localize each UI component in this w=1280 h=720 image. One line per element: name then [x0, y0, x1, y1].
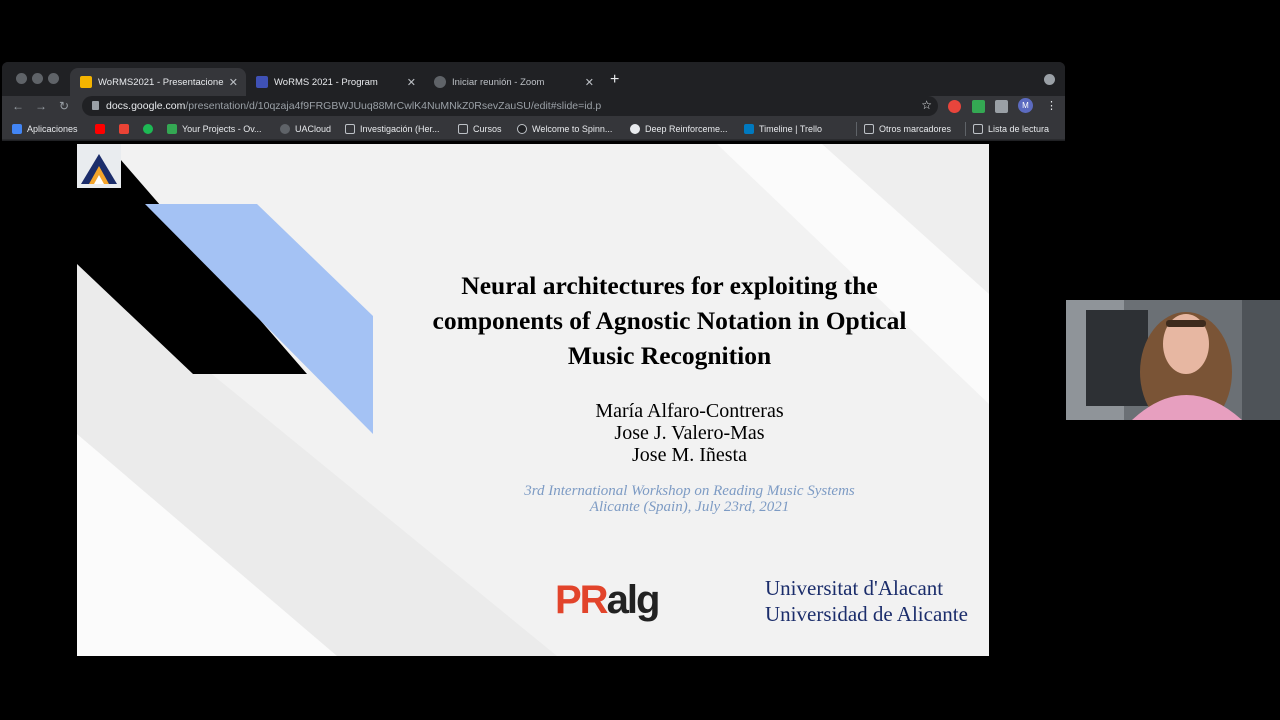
- close-tab-icon[interactable]: ✕: [229, 76, 238, 89]
- close-window-button[interactable]: [16, 73, 27, 84]
- bookmarks-separator: [965, 122, 966, 136]
- presentation-viewport: Neural architectures for exploiting the …: [2, 141, 1065, 657]
- university-logo-icon: [77, 144, 121, 188]
- bookmark-cursos[interactable]: Cursos: [458, 124, 502, 134]
- bookmarks-separator: [856, 122, 857, 136]
- spotify-icon: [143, 124, 153, 134]
- globe-icon: [630, 124, 640, 134]
- webcam-video: [1066, 300, 1280, 420]
- slide-title: Neural architectures for exploiting the …: [432, 271, 907, 370]
- close-tab-icon[interactable]: ✕: [407, 76, 416, 89]
- bookmark-investigacion[interactable]: Investigación (Her...: [345, 124, 440, 134]
- tab-label: Iniciar reunión - Zoom: [452, 76, 545, 88]
- new-tab-button[interactable]: +: [610, 71, 619, 89]
- browser-window: WoRMS2021 - Presentaciones ✕ WoRMS 2021 …: [2, 62, 1065, 657]
- tab-search-icon[interactable]: [1044, 74, 1055, 85]
- close-tab-icon[interactable]: ✕: [585, 76, 594, 89]
- bookmark-spinning-up[interactable]: Welcome to Spinn...: [517, 124, 612, 134]
- bookmark-your-projects[interactable]: Your Projects - Ov...: [167, 124, 262, 134]
- university-name: Universidad de Alicante: [765, 602, 968, 626]
- drive-icon[interactable]: [972, 100, 985, 113]
- address-bar[interactable]: docs.google.com/presentation/d/10qzaja4f…: [82, 96, 938, 116]
- bookmarks-bar: Aplicaciones Your Projects - Ov... UAClo…: [2, 118, 1065, 140]
- folder-icon: [345, 124, 355, 134]
- speaker-video-feed: [1066, 300, 1280, 420]
- reload-icon[interactable]: ↻: [59, 99, 69, 113]
- openai-icon: [517, 124, 527, 134]
- extension-icon[interactable]: [948, 100, 961, 113]
- bookmark-uacloud[interactable]: UACloud: [280, 124, 331, 134]
- uacloud-icon: [280, 124, 290, 134]
- back-icon[interactable]: ←: [12, 99, 24, 113]
- bookmark-star-icon[interactable]: ☆: [921, 98, 932, 112]
- puzzle-icon[interactable]: [995, 100, 1008, 113]
- tab-label: WoRMS 2021 - Program: [274, 76, 378, 88]
- reading-list-icon: [973, 124, 983, 134]
- venue-line: Alicante (Spain), July 23rd, 2021: [589, 499, 790, 515]
- gmail-icon: [119, 124, 129, 134]
- bookmark-otros-marcadores[interactable]: Otros marcadores: [864, 124, 951, 134]
- slide[interactable]: Neural architectures for exploiting the …: [77, 144, 989, 656]
- tab-label: WoRMS2021 - Presentaciones: [98, 76, 224, 88]
- bookmark-trello[interactable]: Timeline | Trello: [744, 124, 822, 134]
- trello-icon: [744, 124, 754, 134]
- apps-grid-icon: [12, 124, 22, 134]
- author-name: Jose M. Iñesta: [632, 444, 747, 466]
- bookmark-spotify[interactable]: [143, 124, 158, 134]
- bookmark-deep-reinforcement[interactable]: Deep Reinforceme...: [630, 124, 728, 134]
- maximize-window-button[interactable]: [48, 73, 59, 84]
- bookmark-youtube[interactable]: [95, 124, 110, 134]
- youtube-icon: [95, 124, 105, 134]
- toolbar: ← → ↻ docs.google.com/presentation/d/10q…: [2, 96, 1065, 118]
- author-name: María Alfaro-Contreras: [595, 400, 784, 422]
- tab-strip: WoRMS2021 - Presentaciones ✕ WoRMS 2021 …: [2, 62, 1065, 96]
- calendar-icon: [256, 76, 268, 88]
- bookmark-aplicaciones[interactable]: Aplicaciones: [12, 124, 78, 134]
- venue-line: 3rd International Workshop on Reading Mu…: [524, 483, 855, 499]
- menu-icon[interactable]: ⋮: [1046, 99, 1057, 112]
- minimize-window-button[interactable]: [32, 73, 43, 84]
- reading-list-button[interactable]: Lista de lectura: [973, 124, 1049, 134]
- tab-worms-program[interactable]: WoRMS 2021 - Program ✕: [246, 68, 424, 96]
- profile-avatar[interactable]: M: [1018, 98, 1033, 113]
- university-name: Universitat d'Alacant: [765, 576, 944, 600]
- slides-icon: [80, 76, 92, 88]
- tab-worms-presentaciones[interactable]: WoRMS2021 - Presentaciones ✕: [70, 68, 246, 96]
- pralg-logo: PRalg: [555, 578, 660, 622]
- folder-icon: [864, 124, 874, 134]
- lock-icon: [92, 101, 99, 110]
- url-text: docs.google.com/presentation/d/10qzaja4f…: [106, 100, 602, 112]
- tab-zoom[interactable]: Iniciar reunión - Zoom ✕: [424, 68, 602, 96]
- projects-icon: [167, 124, 177, 134]
- forward-icon[interactable]: →: [35, 99, 47, 113]
- globe-icon: [434, 76, 446, 88]
- author-name: Jose J. Valero-Mas: [614, 422, 765, 444]
- bookmark-gmail[interactable]: [119, 124, 134, 134]
- folder-icon: [458, 124, 468, 134]
